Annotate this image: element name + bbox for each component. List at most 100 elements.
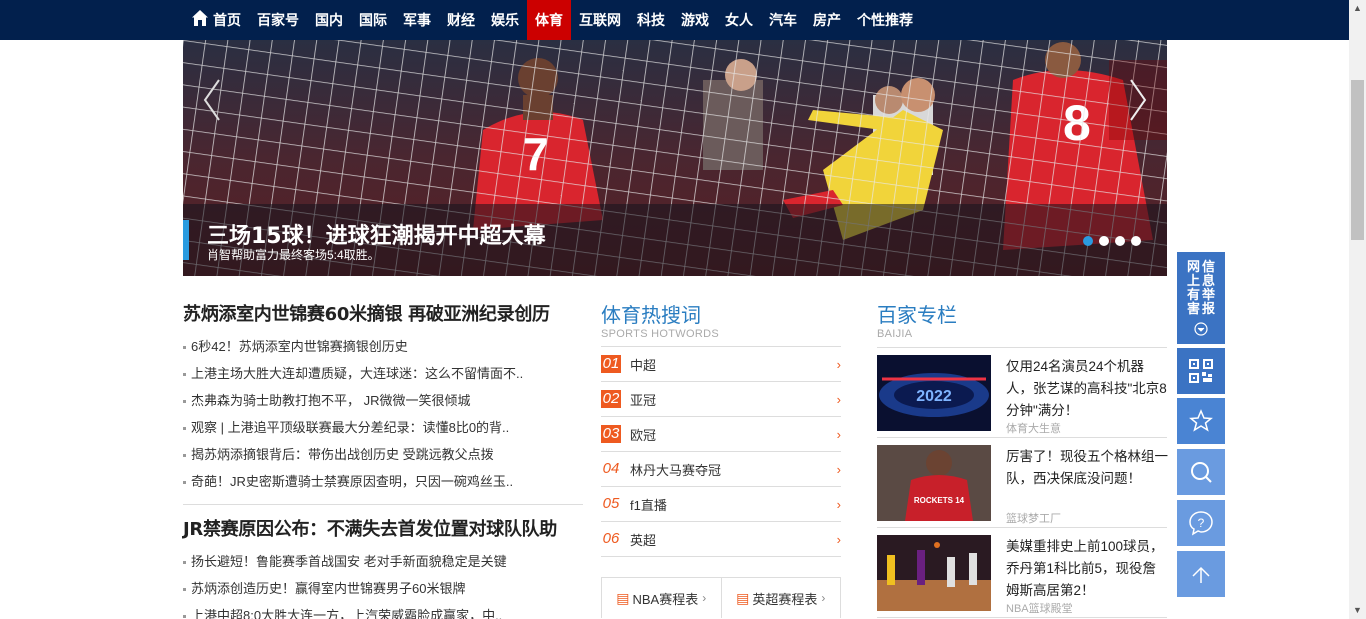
- search-button[interactable]: [1177, 449, 1225, 495]
- nav-item[interactable]: 军事: [395, 0, 439, 40]
- nav-item-label: 游戏: [681, 12, 709, 28]
- nav-item[interactable]: 汽车: [761, 0, 805, 40]
- baijia-item[interactable]: ROCKETS 14 厉害了！现役五个格林组一队，西决保底没问题！ 篮球梦工厂: [877, 438, 1169, 528]
- chevron-right-icon: ›: [702, 591, 707, 605]
- news-list-item[interactable]: 揭苏炳添摘银背后：带伤出战创历史 受跳远教父点拨: [183, 441, 583, 468]
- news-list-item[interactable]: 扬长避短！鲁能赛季首战国安 老对手新面貌稳定是关键: [183, 548, 583, 575]
- news-list-item[interactable]: 苏炳添创造历史！赢得室内世锦赛男子60米银牌: [183, 575, 583, 602]
- hero-carousel[interactable]: 7 8 三场15球！进球狂潮揭开中超大幕 肖智帮助富力最终客场5:4取胜。: [183, 40, 1167, 276]
- baijia-thumbnail[interactable]: [877, 535, 991, 611]
- page-scrollbar[interactable]: ▲ ▼: [1349, 0, 1366, 619]
- hotword-item[interactable]: 05 f1直播 ›: [601, 487, 841, 522]
- document-icon: ▤: [736, 589, 750, 606]
- hero-subtitle: 肖智帮助富力最终客场5:4取胜。: [207, 248, 380, 262]
- news-list-2: 扬长避短！鲁能赛季首战国安 老对手新面貌稳定是关键 苏炳添创造历史！赢得室内世锦赛…: [183, 548, 583, 619]
- thumbnail-text: 2022: [916, 388, 952, 405]
- schedule-link-label: 英超赛程表: [752, 591, 818, 607]
- nav-item-label: 百家号: [257, 12, 299, 28]
- baijia-item[interactable]: 2022 仅用24名演员24个机器人，张艺谋的高科技"北京8分钟"满分！ 体育大…: [877, 348, 1167, 438]
- nav-item[interactable]: 科技: [629, 0, 673, 40]
- hotword-label: 英超: [630, 532, 657, 548]
- qrcode-button[interactable]: [1177, 348, 1225, 394]
- baijia-column: 百家专栏 BAIJIA 2022 仅用24名演员24个机器人，张艺谋的高科技"北…: [877, 302, 1169, 618]
- nav-item[interactable]: 女人: [717, 0, 761, 40]
- nav-item-label: 互联网: [579, 12, 621, 28]
- nav-item[interactable]: 财经: [439, 0, 483, 40]
- baijia-item-source: 体育大生意: [1006, 423, 1061, 435]
- baijia-item-source: NBA篮球殿堂: [1006, 603, 1073, 615]
- nav-item-label: 娱乐: [491, 12, 519, 28]
- nav-item[interactable]: 个性推荐: [849, 0, 921, 40]
- nav-item[interactable]: 游戏: [673, 0, 717, 40]
- star-icon: [1189, 409, 1213, 432]
- back-to-top-button[interactable]: [1177, 551, 1225, 597]
- schedule-link[interactable]: ▤ NBA赛程表 ›: [602, 578, 721, 618]
- hotword-label: 中超: [630, 357, 657, 373]
- nav-items: 首页 百家号 国内 国际 军事 财经 娱乐 体育 互联网 科技 游戏 女人 汽车 房产 个性推荐: [183, 0, 921, 40]
- nav-item[interactable]: 娱乐: [483, 0, 527, 40]
- hotword-rank: 04: [602, 460, 620, 477]
- baijia-item-title[interactable]: 仅用24名演员24个机器人，张艺谋的高科技"北京8分钟"满分！: [1006, 356, 1169, 422]
- news-list-1: 6秒42！苏炳添室内世锦赛摘银创历史 上港主场大胜大连却遭质疑，大连球迷：这么不留…: [183, 333, 583, 495]
- nav-item[interactable]: 国内: [307, 0, 351, 40]
- baijia-item-title[interactable]: 美媒重排史上前100球员，乔丹第1科比前5，现役詹姆斯高居第2！: [1006, 536, 1169, 602]
- carousel-dot[interactable]: [1131, 236, 1141, 246]
- baijia-thumbnail[interactable]: ROCKETS 14: [877, 445, 991, 521]
- schedule-link[interactable]: ▤ 英超赛程表 ›: [720, 578, 841, 618]
- chevron-right-icon: ›: [836, 357, 841, 372]
- hotword-item[interactable]: 04 林丹大马赛夺冠 ›: [601, 452, 841, 487]
- document-icon: ▤: [616, 589, 630, 606]
- nav-item[interactable]: 国际: [351, 0, 395, 40]
- sports-hotwords: 体育热搜词 SPORTS HOTWORDS 01 中超 › 02 亚冠 › 03 欧冠 › 04 林…: [601, 302, 841, 618]
- feedback-button[interactable]: ?: [1177, 500, 1225, 546]
- nav-item[interactable]: 体育: [527, 0, 571, 40]
- home-icon: [192, 10, 208, 26]
- baijia-thumbnail[interactable]: 2022: [877, 355, 991, 431]
- schedule-links: ▤ NBA赛程表 › ▤ 英超赛程表 ›: [601, 577, 841, 618]
- scroll-down-arrow-icon[interactable]: ▼: [1349, 602, 1366, 619]
- carousel-dot[interactable]: [1115, 236, 1125, 246]
- favorite-button[interactable]: [1177, 398, 1225, 444]
- news-list-item[interactable]: 杰弗森为骑士助教打抱不平， JR微微一笑很倾城: [183, 387, 583, 414]
- news-list-item[interactable]: 观察 | 上港追平顶级联赛最大分差纪录：读懂8比0的背..: [183, 414, 583, 441]
- hotword-rank: 06: [602, 530, 620, 547]
- hero-next-button[interactable]: [1109, 60, 1167, 140]
- carousel-dot[interactable]: [1099, 236, 1109, 246]
- hero-caption-accent: [183, 220, 189, 260]
- news-headline-1[interactable]: 苏炳添室内世锦赛60米摘银 再破亚洲纪录创历: [183, 300, 583, 330]
- baijia-item-title[interactable]: 厉害了！现役五个格林组一队，西决保底没问题！: [1006, 446, 1169, 490]
- nav-item-label: 国内: [315, 12, 343, 28]
- hotwords-subtitle: SPORTS HOTWORDS: [601, 328, 719, 340]
- hotword-rank: 01: [601, 355, 621, 373]
- news-headline-2[interactable]: JR禁赛原因公布：不满失去首发位置对球队队助: [183, 515, 583, 545]
- nav-item[interactable]: 互联网: [571, 0, 629, 40]
- thumbnail-text: ROCKETS 14: [914, 496, 965, 505]
- report-harmful-info-button[interactable]: 网信上息有举害报: [1177, 252, 1225, 344]
- hotword-item[interactable]: 06 英超 ›: [601, 522, 841, 557]
- news-column: 苏炳添室内世锦赛60米摘银 再破亚洲纪录创历 6秒42！苏炳添室内世锦赛摘银创历…: [183, 300, 583, 619]
- scroll-up-arrow-icon[interactable]: ▲: [1349, 0, 1366, 17]
- hotword-item[interactable]: 02 亚冠 ›: [601, 382, 841, 417]
- hotword-label: 欧冠: [630, 427, 657, 443]
- baijia-item[interactable]: 美媒重排史上前100球员，乔丹第1科比前5，现役詹姆斯高居第2！ NBA篮球殿堂: [877, 528, 1167, 618]
- news-list-item[interactable]: 奇葩！JR史密斯遭骑士禁赛原因查明，只因一碗鸡丝玉..: [183, 468, 583, 495]
- news-list-item[interactable]: 上港中超8:0大胜大连一方，上汽荣威霸脸成赢家，中..: [183, 602, 583, 619]
- hotwords-list: 01 中超 › 02 亚冠 › 03 欧冠 › 04 林丹大马赛夺冠 › 05 f1直播 › 06 英超 ›: [601, 346, 841, 557]
- stadium-thumbnail: 2022: [877, 355, 991, 431]
- top-nav: 首页 百家号 国内 国际 军事 财经 娱乐 体育 互联网 科技 游戏 女人 汽车 房产 个性推荐: [0, 0, 1349, 40]
- hero-prev-button[interactable]: [183, 60, 241, 140]
- news-list-item[interactable]: 6秒42！苏炳添室内世锦赛摘银创历史: [183, 333, 583, 360]
- nav-item[interactable]: 房产: [805, 0, 849, 40]
- chevron-right-icon: ›: [836, 532, 841, 547]
- nav-item[interactable]: 首页: [183, 0, 249, 40]
- hero-caption[interactable]: 三场15球！进球狂潮揭开中超大幕 肖智帮助富力最终客场5:4取胜。: [183, 204, 1167, 276]
- hotword-item[interactable]: 03 欧冠 ›: [601, 417, 841, 452]
- nav-item-label: 体育: [535, 12, 563, 28]
- nav-item[interactable]: 百家号: [249, 0, 307, 40]
- chevron-right-icon: ›: [836, 427, 841, 442]
- scroll-thumb[interactable]: [1351, 80, 1364, 240]
- svg-text:?: ?: [1198, 516, 1205, 530]
- news-list-item[interactable]: 上港主场大胜大连却遭质疑，大连球迷：这么不留情面不..: [183, 360, 583, 387]
- carousel-dot[interactable]: [1083, 236, 1093, 246]
- hotword-item[interactable]: 01 中超 ›: [601, 347, 841, 382]
